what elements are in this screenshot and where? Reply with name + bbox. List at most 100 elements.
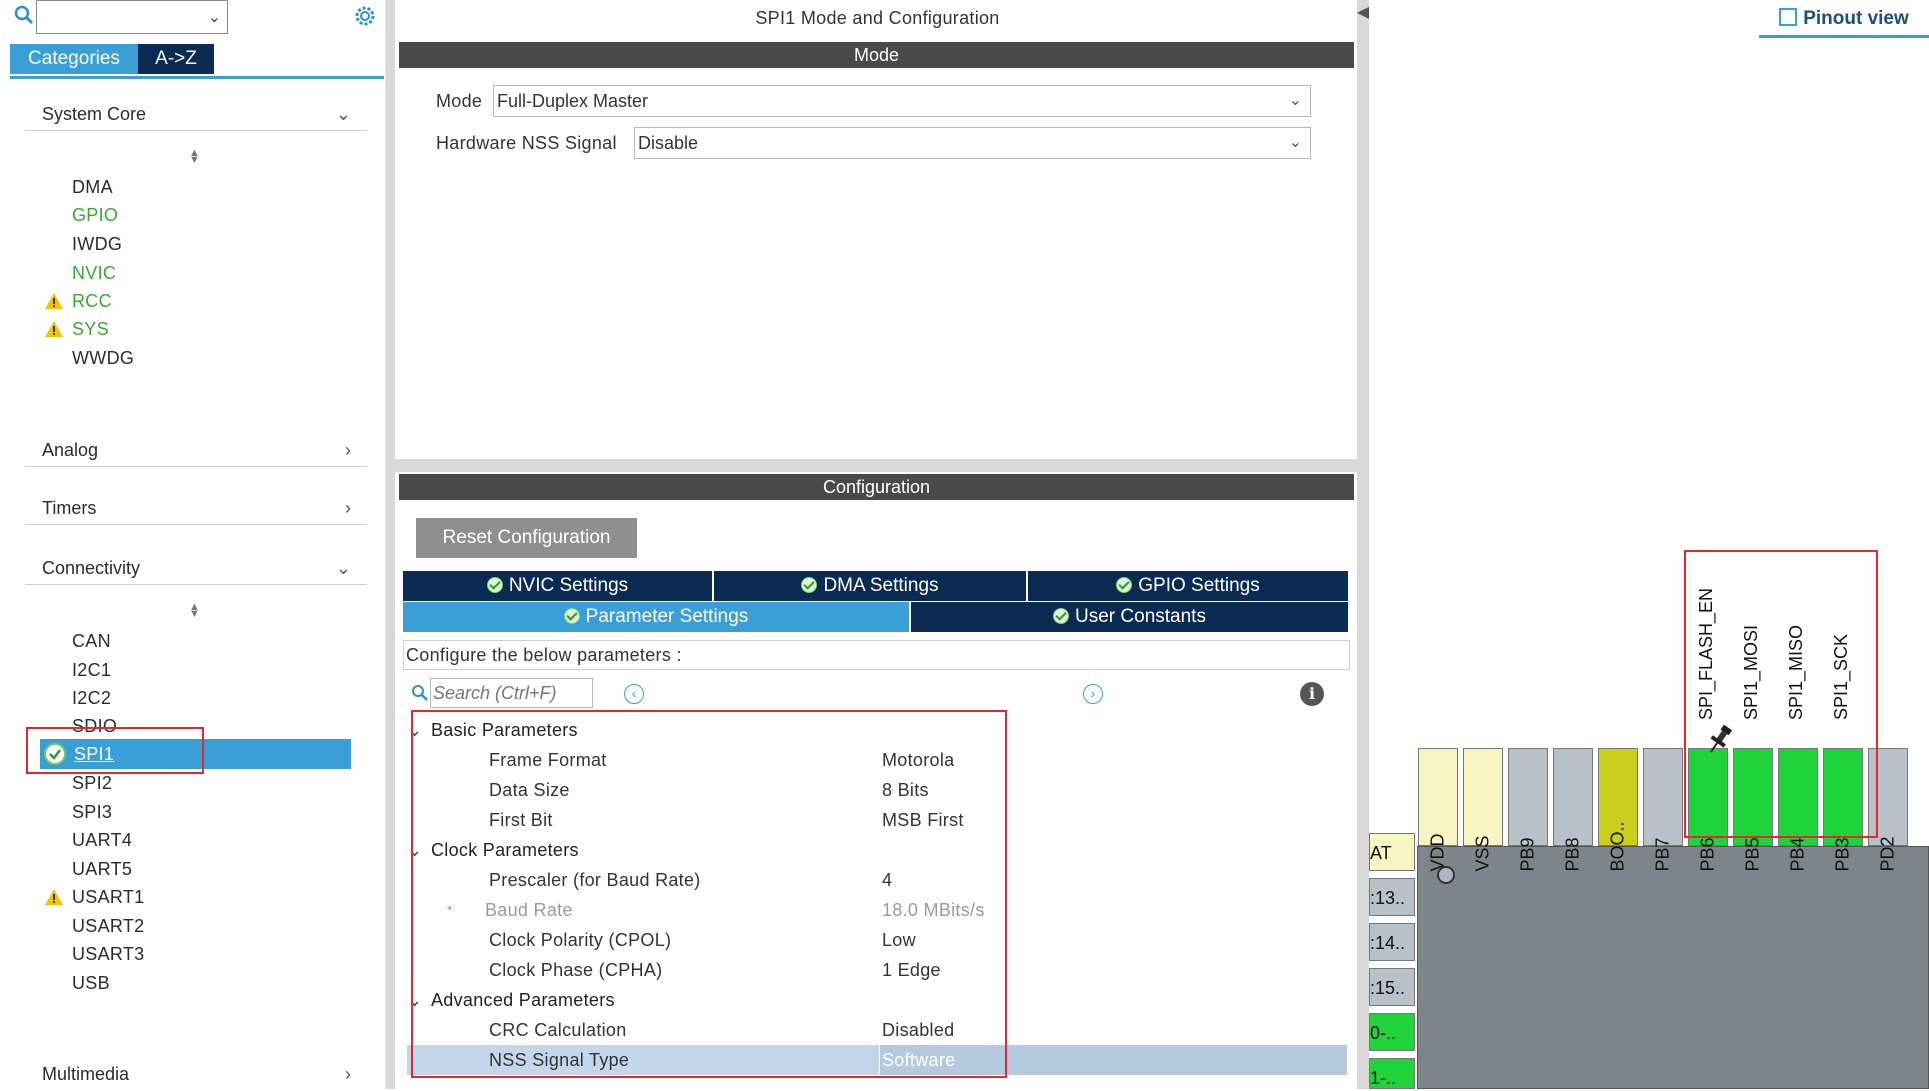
pin-label: VDD bbox=[1427, 833, 1448, 872]
chip-pin-pb8[interactable]: PB8 bbox=[1553, 748, 1593, 872]
list-item-wwdg[interactable]: WWDG bbox=[72, 347, 134, 369]
warning-icon bbox=[44, 888, 64, 906]
chevron-down-icon: ⌄ bbox=[1288, 134, 1302, 151]
list-item-nvic[interactable]: NVIC bbox=[72, 262, 116, 284]
tab-user-constants[interactable]: User Constants bbox=[911, 602, 1348, 632]
tab-underline bbox=[10, 76, 384, 79]
category-label: Analog bbox=[42, 440, 99, 460]
chevron-right-icon: › bbox=[345, 1064, 351, 1084]
chip-pin[interactable]: AT bbox=[1369, 833, 1415, 871]
warning-icon bbox=[44, 292, 64, 310]
list-item-i2c1[interactable]: I2C1 bbox=[72, 659, 111, 681]
pin-label: 1-.. bbox=[1370, 1068, 1397, 1088]
list-item-spi2[interactable]: SPI2 bbox=[72, 772, 112, 794]
category-multimedia[interactable]: Multimedia › bbox=[25, 1057, 367, 1091]
list-item-usart1[interactable]: USART1 bbox=[72, 886, 145, 908]
list-item-rcc[interactable]: RCC bbox=[72, 290, 112, 312]
chevron-down-icon: ⌄ bbox=[1288, 92, 1302, 109]
nss-select[interactable]: Disable ⌄ bbox=[634, 127, 1311, 159]
tab-a-z[interactable]: A->Z bbox=[138, 44, 214, 74]
mode-value: Full-Duplex Master bbox=[497, 91, 649, 111]
tab-parameter-settings[interactable]: Parameter Settings bbox=[403, 602, 911, 632]
chevron-down-icon: ⌄ bbox=[335, 104, 351, 124]
chip-pin-vdd[interactable]: VDD bbox=[1418, 748, 1458, 872]
list-item-uart4[interactable]: UART4 bbox=[72, 829, 132, 851]
splitter[interactable] bbox=[1357, 0, 1369, 1089]
list-item-iwdg[interactable]: IWDG bbox=[72, 233, 122, 255]
pin-label: AT bbox=[1370, 843, 1392, 863]
info-icon[interactable]: i bbox=[1300, 682, 1324, 706]
splitter[interactable] bbox=[386, 0, 395, 1089]
list-item-uart5[interactable]: UART5 bbox=[72, 858, 132, 880]
left-panel: ⌄ Categories A->Z System Core ⌄ ▲ ▼ DMA G… bbox=[0, 0, 386, 1089]
pin-label: PB8 bbox=[1562, 837, 1583, 872]
chip-pin[interactable]: :14.. bbox=[1369, 923, 1415, 961]
tab-label: Parameter Settings bbox=[585, 606, 749, 627]
mode-header: Mode bbox=[399, 42, 1354, 68]
nss-value: Disable bbox=[638, 133, 699, 153]
pinout-view-label: Pinout view bbox=[1803, 8, 1909, 29]
tab-label: DMA Settings bbox=[823, 575, 939, 596]
chip-body bbox=[1417, 846, 1929, 1089]
search-icon[interactable] bbox=[13, 4, 35, 26]
list-item-i2c2[interactable]: I2C2 bbox=[72, 687, 111, 709]
list-item-dma[interactable]: DMA bbox=[72, 176, 113, 198]
category-system-core[interactable]: System Core ⌄ bbox=[25, 97, 367, 131]
chevron-down-icon[interactable]: ⌄ bbox=[208, 7, 221, 27]
pinout-view-button[interactable]: Pinout view bbox=[1759, 4, 1929, 38]
list-item-gpio[interactable]: GPIO bbox=[72, 204, 118, 226]
search-combo[interactable]: ⌄ bbox=[36, 0, 228, 34]
chip-pin-pb9[interactable]: PB9 bbox=[1508, 748, 1548, 872]
list-item-sys[interactable]: SYS bbox=[72, 318, 109, 340]
chip-pin[interactable]: :13.. bbox=[1369, 878, 1415, 916]
category-label: Connectivity bbox=[42, 558, 141, 578]
category-label: System Core bbox=[42, 104, 147, 124]
previous-icon[interactable]: ‹ bbox=[624, 684, 644, 704]
list-item-spi3[interactable]: SPI3 bbox=[72, 801, 112, 823]
chip-pin-boot0[interactable]: BOO.. bbox=[1598, 748, 1638, 872]
search-icon bbox=[411, 684, 429, 707]
section-divider[interactable] bbox=[395, 459, 1360, 472]
configuration-panel: SPI1 Mode and Configuration Mode Mode Fu… bbox=[395, 0, 1360, 1089]
tab-nvic-settings[interactable]: NVIC Settings bbox=[403, 571, 714, 601]
chip-pin[interactable]: 1-.. bbox=[1369, 1058, 1415, 1089]
warning-icon bbox=[44, 320, 64, 338]
gear-icon[interactable] bbox=[352, 3, 378, 29]
chevron-down-icon: ⌄ bbox=[335, 558, 351, 578]
category-label: Multimedia bbox=[42, 1064, 130, 1084]
chip-pin-vss[interactable]: VSS bbox=[1463, 748, 1503, 872]
category-timers[interactable]: Timers › bbox=[25, 491, 367, 525]
pin-label: PB7 bbox=[1652, 837, 1673, 872]
chip-pin[interactable]: 0-.. bbox=[1369, 1013, 1415, 1051]
check-circle-icon bbox=[486, 577, 503, 593]
list-item-usb[interactable]: USB bbox=[72, 972, 110, 994]
list-item-usart3[interactable]: USART3 bbox=[72, 943, 145, 965]
category-connectivity[interactable]: Connectivity ⌄ bbox=[25, 551, 367, 585]
check-circle-icon bbox=[1116, 577, 1133, 593]
chip-pin[interactable]: :15.. bbox=[1369, 968, 1415, 1006]
list-item-can[interactable]: CAN bbox=[72, 630, 111, 652]
pin-label: :15.. bbox=[1370, 978, 1406, 998]
reset-configuration-button[interactable]: Reset Configuration bbox=[416, 518, 637, 558]
sort-icon[interactable]: ▲ ▼ bbox=[189, 602, 200, 620]
pin-label: VSS bbox=[1472, 835, 1493, 872]
tab-dma-settings[interactable]: DMA Settings bbox=[714, 571, 1028, 601]
sort-icon[interactable]: ▲ ▼ bbox=[189, 148, 200, 166]
next-icon[interactable]: › bbox=[1083, 684, 1103, 704]
tab-label: NVIC Settings bbox=[508, 575, 629, 596]
category-analog[interactable]: Analog › bbox=[25, 433, 367, 467]
mode-select[interactable]: Full-Duplex Master ⌄ bbox=[493, 85, 1311, 117]
pin-label: 0-.. bbox=[1370, 1023, 1397, 1043]
chip-pin-pb7[interactable]: PB7 bbox=[1643, 748, 1683, 872]
highlight-box bbox=[411, 710, 1007, 1078]
configure-label: Configure the below parameters : bbox=[406, 645, 682, 665]
collapse-arrow-icon[interactable]: ◀ bbox=[1357, 2, 1369, 22]
search-input[interactable] bbox=[430, 678, 593, 708]
tab-categories[interactable]: Categories bbox=[10, 44, 138, 74]
tab-gpio-settings[interactable]: GPIO Settings bbox=[1028, 571, 1348, 601]
mode-label: Mode bbox=[436, 91, 483, 111]
nss-label: Hardware NSS Signal bbox=[436, 133, 617, 153]
highlight-box bbox=[26, 727, 204, 774]
check-circle-icon bbox=[1053, 608, 1070, 624]
list-item-usart2[interactable]: USART2 bbox=[72, 915, 145, 937]
